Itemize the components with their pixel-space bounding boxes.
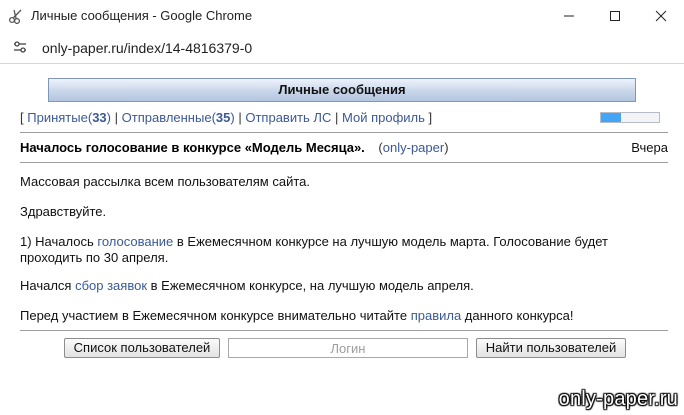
- message-line: Массовая рассылка всем пользователям сай…: [20, 174, 310, 189]
- mailbox-usage-fill: [601, 113, 622, 122]
- window-title: Личные сообщения - Google Chrome: [31, 8, 253, 23]
- message-paragraph: 1) Началось голосование в Ежемесячном ко…: [20, 234, 668, 266]
- sent-count: 35: [215, 110, 231, 125]
- bracket-open: [: [20, 110, 24, 125]
- send-message-link[interactable]: Отправить ЛС: [245, 110, 331, 125]
- paragraph-text: 1) Началось: [20, 234, 98, 249]
- site-watermark: only-paper.ru: [558, 388, 678, 410]
- maximize-button[interactable]: [592, 0, 638, 32]
- message-greeting: Здравствуйте.: [20, 204, 107, 219]
- minimize-icon: [564, 15, 574, 17]
- scissors-icon: [8, 9, 22, 24]
- browser-title-bar: Личные сообщения - Google Chrome: [0, 0, 684, 32]
- paragraph-text: Начался: [20, 278, 76, 293]
- message-date: Вчера: [631, 140, 668, 155]
- message-paragraph: Перед участием в Ежемесячном конкурсе вн…: [20, 308, 668, 324]
- page-title: Личные сообщения: [48, 78, 636, 102]
- sender-close: ): [444, 140, 449, 155]
- paragraph-text: в Ежемесячном конкурсе, на лучшую модель…: [147, 278, 474, 293]
- divider: [20, 132, 668, 133]
- address-bar[interactable]: only-paper.ru/index/14-4816379-0: [0, 32, 684, 62]
- maximize-icon: [610, 11, 620, 21]
- nav-separator: |: [238, 110, 242, 125]
- paragraph-text: данного конкурса!: [461, 308, 574, 323]
- nav-separator: |: [334, 110, 339, 125]
- inbox-label[interactable]: Принятые: [27, 110, 88, 125]
- site-info-icon[interactable]: [12, 39, 28, 55]
- pm-navigation: [ Принятые(33) | Отправленные(35) | Отпр…: [20, 110, 432, 125]
- divider: [20, 162, 668, 163]
- message-header: Началось голосование в конкурсе «Модель …: [20, 140, 668, 155]
- inbox-count-close: ): [106, 110, 111, 125]
- page-content: Личные сообщения [ Принятые(33) | Отправ…: [0, 64, 684, 415]
- inbox-count: 33: [92, 110, 107, 125]
- sent-count-close: ): [230, 110, 235, 125]
- user-list-button[interactable]: Список пользователей: [64, 338, 220, 358]
- sender-link[interactable]: only-paper: [383, 140, 444, 155]
- message-subject: Началось голосование в конкурсе «Модель …: [20, 140, 365, 155]
- message-paragraph: Начался сбор заявок в Ежемесячном конкур…: [20, 278, 668, 294]
- nav-separator: |: [114, 110, 119, 125]
- paragraph-text: Перед участием в Ежемесячном конкурсе вн…: [20, 308, 411, 323]
- login-input[interactable]: [228, 338, 468, 358]
- divider: [20, 330, 668, 331]
- inbox-link[interactable]: Принятые(33): [27, 110, 111, 125]
- voting-link[interactable]: голосование: [97, 234, 173, 249]
- url-text[interactable]: only-paper.ru/index/14-4816379-0: [42, 40, 252, 56]
- mailbox-usage-bar: [600, 112, 660, 123]
- rules-link[interactable]: правила: [411, 308, 461, 323]
- sent-link[interactable]: Отправленные(35): [122, 110, 235, 125]
- sent-label[interactable]: Отправленные: [122, 110, 212, 125]
- my-profile-link[interactable]: Мой профиль: [342, 110, 425, 125]
- minimize-button[interactable]: [546, 0, 592, 32]
- bracket-close: ]: [428, 110, 433, 125]
- message-sender: (only-paper): [378, 140, 448, 155]
- applications-link[interactable]: сбор заявок: [75, 278, 147, 293]
- close-icon: [655, 10, 667, 22]
- close-window-button[interactable]: [638, 0, 684, 32]
- find-users-button[interactable]: Найти пользователей: [476, 338, 626, 358]
